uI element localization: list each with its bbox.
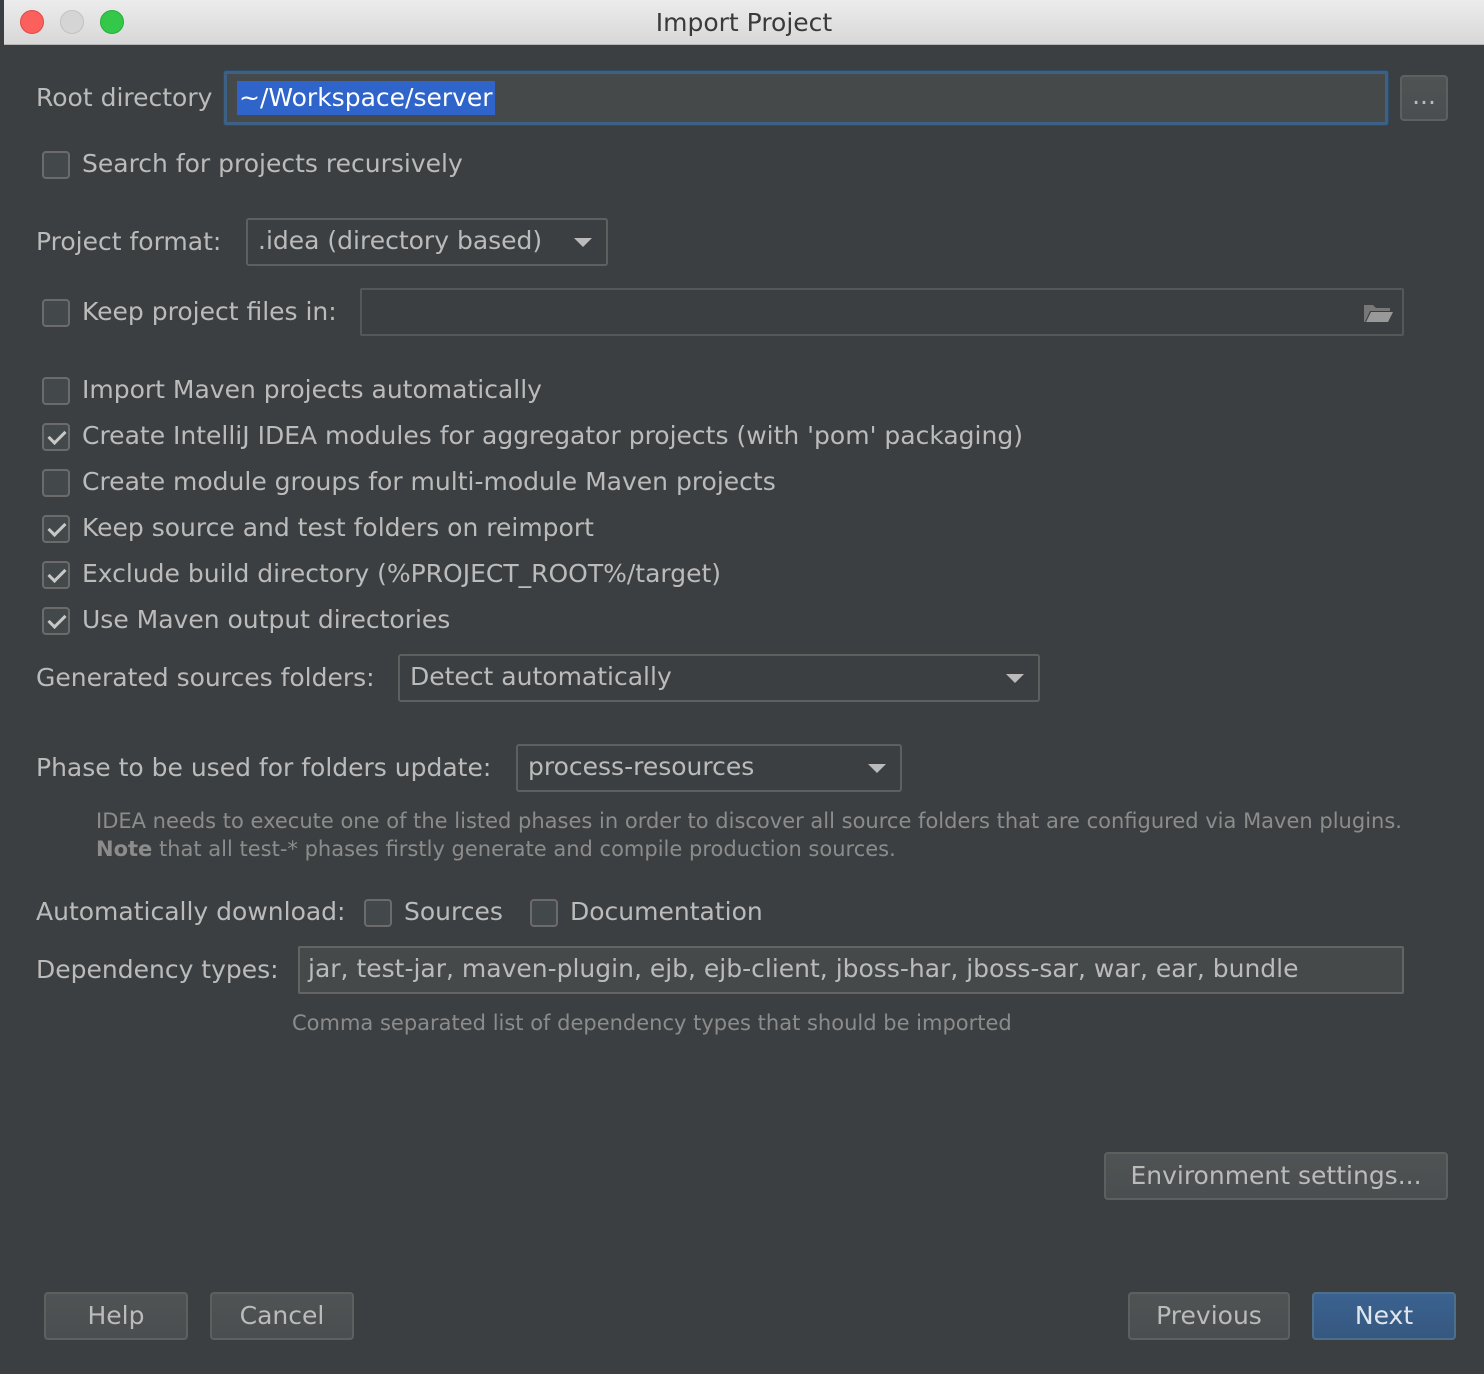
use-maven-output-checkbox[interactable] — [42, 607, 70, 635]
project-format-label: Project format: — [36, 227, 222, 256]
phase-hint-rest: that all test-* phases firstly generate … — [152, 837, 896, 861]
create-module-groups-checkbox[interactable] — [42, 469, 70, 497]
keep-project-files-label: Keep project files in: — [82, 297, 337, 326]
generated-sources-select[interactable]: Detect automatically — [398, 654, 1040, 702]
dependency-types-value: jar, test-jar, maven-plugin, ejb, ejb-cl… — [308, 954, 1299, 983]
environment-settings-button[interactable]: Environment settings... — [1104, 1152, 1448, 1200]
phase-value: process-resources — [528, 752, 755, 781]
exclude-build-directory-checkbox[interactable] — [42, 561, 70, 589]
generated-sources-value: Detect automatically — [410, 662, 672, 691]
project-format-value: .idea (directory based) — [258, 226, 543, 255]
chevron-down-icon — [574, 238, 592, 247]
chevron-down-icon — [868, 764, 886, 773]
checkmark-icon — [47, 517, 67, 538]
exclude-build-directory-label: Exclude build directory (%PROJECT_ROOT%/… — [82, 559, 722, 588]
help-button[interactable]: Help — [44, 1292, 188, 1340]
download-documentation-label: Documentation — [570, 897, 763, 926]
title-bar: Import Project — [4, 0, 1484, 45]
dependency-types-label: Dependency types: — [36, 955, 279, 984]
generated-sources-label: Generated sources folders: — [36, 663, 375, 692]
dependency-types-input[interactable]: jar, test-jar, maven-plugin, ejb, ejb-cl… — [298, 946, 1404, 994]
keep-project-files-input[interactable] — [360, 288, 1404, 336]
root-directory-label: Root directory — [36, 83, 213, 112]
keep-source-test-folders-label: Keep source and test folders on reimport — [82, 513, 594, 542]
create-aggregator-modules-label: Create IntelliJ IDEA modules for aggrega… — [82, 421, 1023, 450]
phase-hint-note: Note — [96, 837, 153, 861]
checkmark-icon — [47, 563, 67, 584]
download-documentation-checkbox[interactable] — [530, 899, 558, 927]
auto-download-label: Automatically download: — [36, 897, 346, 926]
phase-label: Phase to be used for folders update: — [36, 753, 492, 782]
phase-hint-line2: Note that all test-* phases firstly gene… — [96, 837, 896, 861]
create-aggregator-modules-checkbox[interactable] — [42, 423, 70, 451]
keep-project-files-checkbox[interactable] — [42, 299, 70, 327]
browse-root-directory-button[interactable]: ... — [1400, 75, 1448, 121]
download-sources-checkbox[interactable] — [364, 899, 392, 927]
phase-select[interactable]: process-resources — [516, 744, 902, 792]
keep-source-test-folders-checkbox[interactable] — [42, 515, 70, 543]
search-recursive-checkbox[interactable] — [42, 151, 70, 179]
import-maven-automatically-checkbox[interactable] — [42, 377, 70, 405]
use-maven-output-label: Use Maven output directories — [82, 605, 451, 634]
dependency-types-hint: Comma separated list of dependency types… — [292, 1011, 1012, 1035]
download-sources-label: Sources — [404, 897, 503, 926]
import-maven-automatically-label: Import Maven projects automatically — [82, 375, 542, 404]
root-directory-value: ~/Workspace/server — [237, 81, 495, 115]
cancel-button[interactable]: Cancel — [210, 1292, 354, 1340]
checkmark-icon — [47, 425, 67, 446]
root-directory-input[interactable]: ~/Workspace/server — [224, 71, 1388, 125]
import-project-dialog: Import Project Root directory ~/Workspac… — [4, 0, 1484, 1374]
project-format-select[interactable]: .idea (directory based) — [246, 218, 608, 266]
search-recursive-label: Search for projects recursively — [82, 149, 463, 178]
create-module-groups-label: Create module groups for multi-module Ma… — [82, 467, 776, 496]
chevron-down-icon — [1006, 674, 1024, 683]
folder-icon[interactable] — [1362, 301, 1394, 325]
previous-button[interactable]: Previous — [1128, 1292, 1290, 1340]
phase-hint-line1: IDEA needs to execute one of the listed … — [96, 809, 1402, 833]
checkmark-icon — [47, 609, 67, 630]
next-button[interactable]: Next — [1312, 1292, 1456, 1340]
window-title: Import Project — [655, 8, 833, 37]
